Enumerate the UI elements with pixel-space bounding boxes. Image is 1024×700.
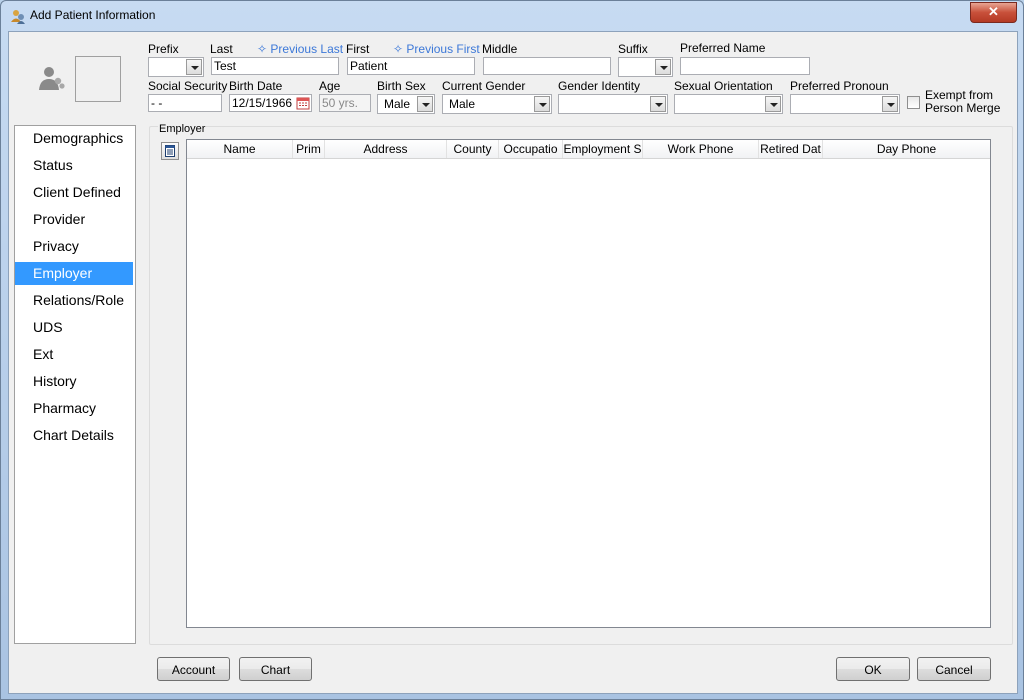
column-header-day-phone[interactable]: Day Phone [823,140,990,158]
birth-date-input[interactable]: 12/15/1966 [229,94,312,112]
social-security-label: Social Security [148,79,228,93]
preferred-pronoun-label: Preferred Pronoun [790,79,889,93]
birth-sex-dropdown[interactable]: Male [377,94,435,114]
dialog-client-area: Prefix Last ✧ Previous Last First ✧ Prev… [8,31,1018,694]
nav-item-privacy[interactable]: Privacy [15,235,133,258]
chevron-down-icon[interactable] [534,96,550,112]
column-header-county[interactable]: County [447,140,499,158]
birth-sex-label: Birth Sex [377,79,426,93]
column-header-retired-date[interactable]: Retired Dat [759,140,823,158]
nav-item-pharmacy[interactable]: Pharmacy [15,397,133,420]
nav-item-status[interactable]: Status [15,154,133,177]
last-label: Last [210,42,233,56]
column-header-work-phone[interactable]: Work Phone [643,140,759,158]
ok-button[interactable]: OK [836,657,910,681]
document-list-icon [165,145,175,157]
nav-item-employer[interactable]: Employer [15,262,133,285]
first-label: First [346,42,370,56]
chevron-down-icon[interactable] [186,59,202,75]
nav-item-demographics[interactable]: Demographics [15,127,133,150]
middle-name-input[interactable] [483,57,611,75]
column-header-occupation[interactable]: Occupatio [499,140,563,158]
close-button[interactable]: ✕ [970,2,1017,23]
close-icon: ✕ [988,4,999,19]
current-gender-label: Current Gender [442,79,526,93]
nav-item-uds[interactable]: UDS [15,316,133,339]
birth-date-label: Birth Date [229,79,283,93]
employer-group-label: Employer [158,123,207,135]
section-nav: Demographics Status Client Defined Provi… [14,125,136,644]
column-header-address[interactable]: Address [325,140,447,158]
prefix-dropdown[interactable] [148,57,204,77]
add-employer-button[interactable] [161,142,179,160]
current-gender-dropdown[interactable]: Male [442,94,552,114]
exempt-merge-checkbox[interactable] [907,96,920,109]
preferred-name-label: Preferred Name [680,41,766,55]
nav-item-relations-role[interactable]: Relations/Role [15,289,133,312]
prefix-label: Prefix [148,42,179,56]
sexual-orientation-dropdown[interactable] [674,94,783,114]
nav-item-ext[interactable]: Ext [15,343,133,366]
gender-identity-label: Gender Identity [558,79,641,93]
account-button[interactable]: Account [157,657,230,681]
column-header-prim[interactable]: Prim [293,140,325,158]
calendar-icon[interactable] [296,96,310,110]
chevron-down-icon[interactable] [417,96,433,112]
chart-button[interactable]: Chart [239,657,312,681]
social-security-input[interactable]: - - [148,94,222,112]
chevron-down-icon[interactable] [650,96,666,112]
age-field: 50 yrs. [319,94,371,112]
previous-last-link[interactable]: ✧ Previous Last [257,42,343,56]
patient-app-icon [11,10,25,24]
dialog-window: Add Patient Information ✕ Prefix Last ✧ … [0,0,1024,700]
chevron-down-icon[interactable] [765,96,781,112]
exempt-merge-label: Exempt from Person Merge [925,88,1001,115]
window-title: Add Patient Information [30,8,156,22]
first-name-input[interactable]: Patient [347,57,475,75]
nav-item-provider[interactable]: Provider [15,208,133,231]
cancel-button[interactable]: Cancel [917,657,991,681]
gender-identity-dropdown[interactable] [558,94,668,114]
nav-item-client-defined[interactable]: Client Defined [15,181,133,204]
suffix-label: Suffix [618,42,648,56]
employer-grid-header: Name Prim Address County Occupatio Emplo… [187,140,990,159]
chevron-down-icon[interactable] [882,96,898,112]
age-label: Age [319,79,341,93]
preferred-pronoun-dropdown[interactable] [790,94,900,114]
middle-label: Middle [482,42,518,56]
sexual-orientation-label: Sexual Orientation [674,79,773,93]
previous-first-link[interactable]: ✧ Previous First [393,42,480,56]
employer-grid[interactable]: Name Prim Address County Occupatio Emplo… [186,139,991,628]
chevron-down-icon[interactable] [655,59,671,75]
suffix-dropdown[interactable] [618,57,673,77]
column-header-employment-status[interactable]: Employment S [563,140,643,158]
nav-item-history[interactable]: History [15,370,133,393]
nav-item-chart-details[interactable]: Chart Details [15,424,133,447]
preferred-name-input[interactable] [680,57,810,75]
last-name-input[interactable]: Test [211,57,339,75]
column-header-name[interactable]: Name [187,140,293,158]
title-bar[interactable]: Add Patient Information ✕ [1,1,1023,31]
patient-photo-box[interactable] [75,56,121,102]
person-silhouette-icon [39,67,65,90]
